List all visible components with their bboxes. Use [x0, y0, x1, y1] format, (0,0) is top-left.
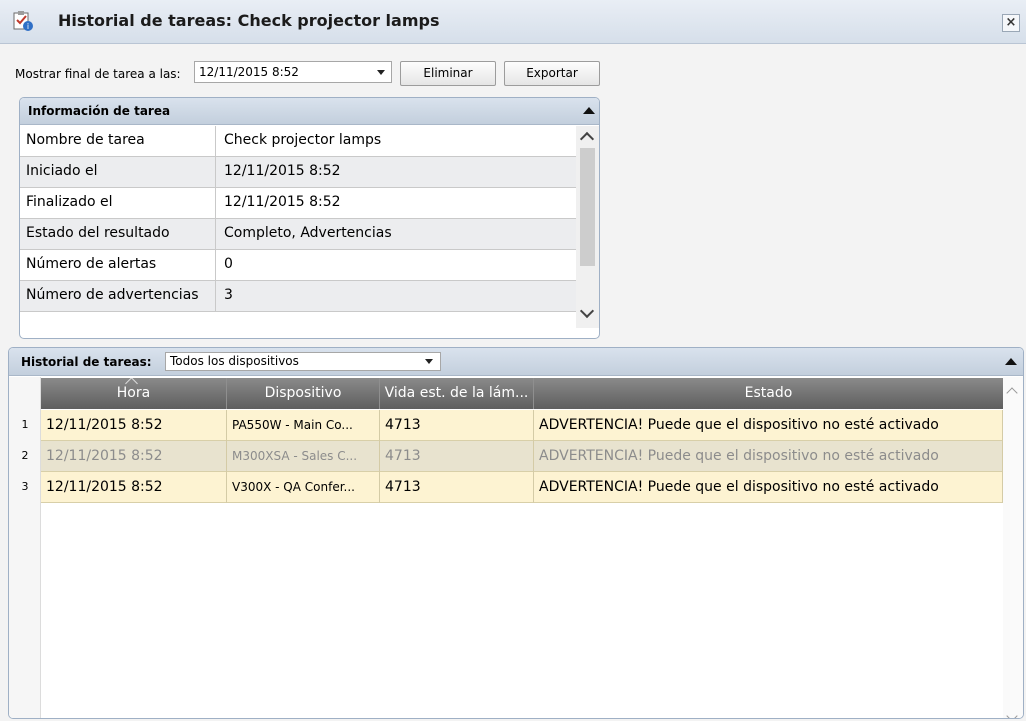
- history-grid-header: Hora Dispositivo Vida est. de la lám... …: [41, 378, 1003, 409]
- title-bar: i Historial de tareas: Check projector l…: [0, 0, 1026, 44]
- info-value: 12/11/2015 8:52: [224, 163, 341, 179]
- row-number: 1: [21, 418, 29, 431]
- table-row[interactable]: 12/11/2015 8:52 PA550W - Main Co... 4713…: [41, 410, 1003, 441]
- info-row-started: Iniciado el 12/11/2015 8:52: [20, 157, 576, 188]
- row-number: 2: [21, 449, 29, 462]
- end-time-value: 12/11/2015 8:52: [199, 65, 299, 79]
- cell-estado: ADVERTENCIA! Puede que el dispositivo no…: [534, 472, 1003, 503]
- task-info-table: Nombre de tarea Check projector lamps In…: [20, 126, 576, 326]
- history-scrollbar[interactable]: [1003, 377, 1023, 718]
- cell-vida: 4713: [380, 441, 534, 472]
- row-number: 3: [21, 480, 29, 493]
- cell-estado: ADVERTENCIA! Puede que el dispositivo no…: [534, 410, 1003, 441]
- end-time-select[interactable]: 12/11/2015 8:52: [194, 61, 392, 83]
- task-info-scrollbar[interactable]: [576, 126, 599, 328]
- cell-dispositivo: M300XSA - Sales C...: [227, 441, 380, 472]
- row-number-gutter: 1 2 3: [9, 377, 41, 718]
- column-header-hora[interactable]: Hora: [41, 378, 227, 409]
- delete-button[interactable]: Eliminar: [400, 61, 496, 86]
- window-title: Historial de tareas: Check projector lam…: [58, 11, 440, 30]
- scroll-down-icon[interactable]: [1006, 710, 1018, 718]
- info-key: Estado del resultado: [26, 225, 170, 241]
- cell-vida: 4713: [380, 472, 534, 503]
- collapse-icon[interactable]: [1005, 358, 1017, 365]
- scroll-thumb[interactable]: [580, 148, 595, 266]
- task-history-title: Historial de tareas:: [21, 355, 152, 369]
- info-value: 3: [224, 287, 233, 303]
- info-value: Completo, Advertencias: [224, 225, 392, 241]
- info-key: Iniciado el: [26, 163, 98, 179]
- info-key: Nombre de tarea: [26, 132, 145, 148]
- task-history-header: Historial de tareas: Todos los dispositi…: [9, 348, 1023, 376]
- scroll-up-icon[interactable]: [579, 131, 595, 147]
- cell-estado: ADVERTENCIA! Puede que el dispositivo no…: [534, 441, 1003, 472]
- device-filter-select[interactable]: Todos los dispositivos: [165, 352, 441, 371]
- task-info-panel: Información de tarea Nombre de tarea Che…: [19, 97, 600, 339]
- export-button[interactable]: Exportar: [504, 61, 600, 86]
- info-key: Número de advertencias: [26, 287, 199, 303]
- svg-text:i: i: [27, 22, 29, 31]
- scroll-up-icon[interactable]: [1006, 387, 1018, 399]
- dropdown-arrow-icon: [377, 70, 385, 75]
- cell-hora: 12/11/2015 8:52: [41, 441, 227, 472]
- info-key: Finalizado el: [26, 194, 113, 210]
- column-header-dispositivo[interactable]: Dispositivo: [227, 378, 380, 409]
- info-row-task-name: Nombre de tarea Check projector lamps: [20, 126, 576, 157]
- show-end-label: Mostrar final de tarea a las:: [15, 67, 181, 81]
- column-header-vida[interactable]: Vida est. de la lám...: [380, 378, 534, 409]
- info-row-warnings: Número de advertencias 3: [20, 281, 576, 312]
- cell-dispositivo: PA550W - Main Co...: [227, 410, 380, 441]
- scroll-down-icon[interactable]: [579, 303, 595, 319]
- task-history-icon: i: [12, 10, 34, 32]
- cell-vida: 4713: [380, 410, 534, 441]
- info-row-finished: Finalizado el 12/11/2015 8:52: [20, 188, 576, 219]
- column-header-estado[interactable]: Estado: [534, 378, 1003, 409]
- cell-hora: 12/11/2015 8:52: [41, 410, 227, 441]
- table-row[interactable]: 12/11/2015 8:52 M300XSA - Sales C... 471…: [41, 441, 1003, 472]
- cell-hora: 12/11/2015 8:52: [41, 472, 227, 503]
- info-row-result-status: Estado del resultado Completo, Advertenc…: [20, 219, 576, 250]
- task-history-panel: Historial de tareas: Todos los dispositi…: [8, 347, 1024, 719]
- info-key: Número de alertas: [26, 256, 157, 272]
- device-filter-value: Todos los dispositivos: [170, 354, 299, 368]
- info-value: 0: [224, 256, 233, 272]
- task-info-title: Información de tarea: [28, 104, 171, 118]
- table-row[interactable]: 12/11/2015 8:52 V300X - QA Confer... 471…: [41, 472, 1003, 503]
- info-row-alerts: Número de alertas 0: [20, 250, 576, 281]
- collapse-icon[interactable]: [583, 107, 595, 114]
- info-value: Check projector lamps: [224, 132, 382, 148]
- dropdown-arrow-icon: [425, 359, 433, 364]
- info-value: 12/11/2015 8:52: [224, 194, 341, 210]
- close-button[interactable]: ×: [1002, 14, 1020, 32]
- cell-dispositivo: V300X - QA Confer...: [227, 472, 380, 503]
- task-info-header: Información de tarea: [20, 98, 599, 125]
